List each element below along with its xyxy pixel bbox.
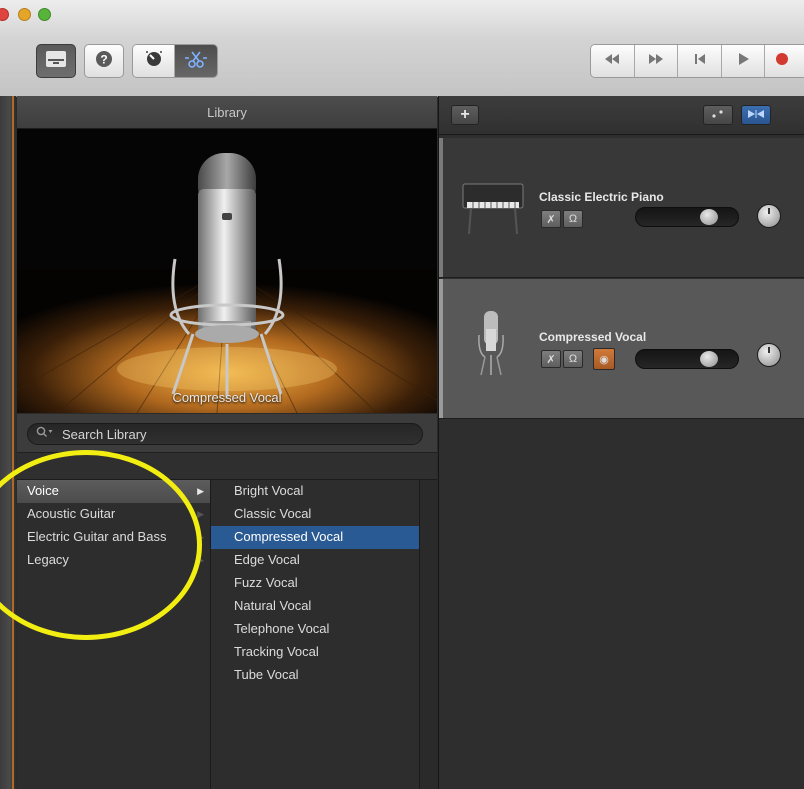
pan-knob[interactable] bbox=[757, 204, 781, 228]
track-header-filter-button[interactable] bbox=[741, 105, 771, 125]
record-enable-button[interactable]: ◉ bbox=[593, 348, 615, 370]
category-label: Legacy bbox=[27, 552, 69, 567]
volume-slider[interactable] bbox=[635, 349, 739, 369]
disclosure-arrow-icon: ▶ bbox=[197, 555, 204, 565]
microphone-stage-illustration bbox=[17, 129, 437, 413]
track-row-compressed-vocal[interactable]: Compressed Vocal ✗ Ω ◉ bbox=[439, 279, 804, 419]
patch-item-compressed-vocal[interactable]: Compressed Vocal bbox=[211, 526, 419, 549]
catch-icon bbox=[710, 106, 726, 124]
record-button[interactable] bbox=[765, 45, 804, 77]
category-item-electric-guitar-and-bass[interactable]: Electric Guitar and Bass ▶ bbox=[17, 526, 210, 549]
headphones-icon: Ω bbox=[568, 353, 578, 365]
patch-item-natural-vocal[interactable]: Natural Vocal bbox=[211, 595, 419, 618]
filter-icon bbox=[747, 106, 765, 124]
fast-forward-button[interactable] bbox=[634, 45, 679, 77]
patch-item-bright-vocal[interactable]: Bright Vocal bbox=[211, 480, 419, 503]
category-item-legacy[interactable]: Legacy ▶ bbox=[17, 549, 210, 572]
volume-slider[interactable] bbox=[635, 207, 739, 227]
track-edge bbox=[439, 138, 443, 277]
svg-text:?: ? bbox=[100, 52, 107, 66]
mute-button[interactable]: ✗ bbox=[541, 350, 561, 368]
disclosure-arrow-icon: ▶ bbox=[197, 509, 204, 519]
preview-caption: Compressed Vocal bbox=[172, 390, 282, 405]
headphones-icon: Ω bbox=[568, 213, 578, 225]
track-name: Compressed Vocal bbox=[539, 330, 647, 344]
patch-item-tracking-vocal[interactable]: Tracking Vocal bbox=[211, 641, 419, 664]
patch-item-telephone-vocal[interactable]: Telephone Vocal bbox=[211, 618, 419, 641]
knob-icon bbox=[144, 49, 164, 74]
track-row-classic-electric-piano[interactable]: Classic Electric Piano ✗ Ω bbox=[439, 138, 804, 278]
rewind-icon bbox=[603, 52, 621, 70]
patch-item-tube-vocal[interactable]: Tube Vocal bbox=[211, 664, 419, 687]
smart-controls-button[interactable] bbox=[133, 45, 176, 77]
disclosure-arrow-icon: ▶ bbox=[197, 486, 204, 496]
category-label: Electric Guitar and Bass bbox=[27, 529, 167, 544]
toolbar: ? bbox=[0, 0, 804, 97]
mute-button[interactable]: ✗ bbox=[541, 210, 561, 228]
volume-slider-thumb[interactable] bbox=[700, 351, 718, 367]
record-icon bbox=[775, 52, 789, 71]
garageband-window: ? Library Compressed Vocal Search Librar… bbox=[0, 0, 804, 789]
patch-item-edge-vocal[interactable]: Edge Vocal bbox=[211, 549, 419, 572]
solo-button[interactable]: Ω bbox=[563, 350, 583, 368]
solo-button[interactable]: Ω bbox=[563, 210, 583, 228]
skip-back-icon bbox=[693, 52, 707, 70]
disclosure-arrow-icon: ▶ bbox=[197, 532, 204, 542]
volume-slider-thumb[interactable] bbox=[700, 209, 718, 225]
library-icon bbox=[45, 50, 67, 73]
play-icon bbox=[736, 52, 750, 71]
library-title: Library bbox=[17, 96, 437, 129]
record-enable-icon: ◉ bbox=[599, 353, 609, 366]
zoom-window-button[interactable] bbox=[38, 8, 51, 21]
library-button[interactable] bbox=[36, 44, 76, 78]
search-input[interactable] bbox=[60, 425, 404, 443]
category-item-acoustic-guitar[interactable]: Acoustic Guitar ▶ bbox=[17, 503, 210, 526]
pan-knob[interactable] bbox=[757, 343, 781, 367]
smart-controls-editors-group bbox=[132, 44, 218, 78]
patch-item-fuzz-vocal[interactable]: Fuzz Vocal bbox=[211, 572, 419, 595]
help-icon: ? bbox=[95, 50, 113, 73]
quick-help-button[interactable]: ? bbox=[84, 44, 124, 78]
transport-controls bbox=[590, 44, 804, 78]
search-icon bbox=[36, 425, 54, 443]
library-panel: Library Compressed Vocal Search Library … bbox=[17, 96, 437, 789]
scissors-icon bbox=[184, 50, 208, 73]
editors-button[interactable] bbox=[175, 45, 217, 77]
browser-header-band bbox=[17, 453, 437, 480]
patch-preview-image: Compressed Vocal bbox=[17, 129, 437, 413]
mute-icon: ✗ bbox=[546, 213, 556, 226]
category-item-voice[interactable]: Voice ▶ bbox=[17, 480, 210, 503]
track-name: Classic Electric Piano bbox=[539, 190, 664, 204]
mute-icon: ✗ bbox=[546, 353, 556, 366]
empty-browser-column bbox=[420, 480, 437, 789]
patch-list: Bright Vocal Classic Vocal Compressed Vo… bbox=[211, 480, 420, 789]
patch-item-classic-vocal[interactable]: Classic Vocal bbox=[211, 503, 419, 526]
electric-piano-icon bbox=[461, 178, 525, 241]
go-to-beginning-button[interactable] bbox=[678, 45, 722, 77]
tracks-panel: + Classic Electric Piano ✗ Ω Compressed … bbox=[438, 96, 804, 789]
category-list: Voice ▶ Acoustic Guitar ▶ Electric Guita… bbox=[17, 480, 211, 789]
category-label: Voice bbox=[27, 483, 59, 498]
minimize-window-button[interactable] bbox=[18, 8, 31, 21]
add-track-button[interactable]: + bbox=[451, 105, 479, 125]
search-field[interactable] bbox=[27, 423, 423, 445]
window-left-edge bbox=[0, 96, 16, 789]
category-label: Acoustic Guitar bbox=[27, 506, 116, 521]
search-row bbox=[17, 414, 437, 453]
rewind-button[interactable] bbox=[591, 45, 635, 77]
tracks-header: + bbox=[439, 96, 804, 135]
microphone-icon bbox=[475, 309, 507, 384]
close-window-button[interactable] bbox=[0, 8, 9, 21]
fast-forward-icon bbox=[647, 52, 665, 70]
play-button[interactable] bbox=[721, 45, 766, 77]
track-edge bbox=[439, 279, 443, 418]
catch-mode-button[interactable] bbox=[703, 105, 733, 125]
